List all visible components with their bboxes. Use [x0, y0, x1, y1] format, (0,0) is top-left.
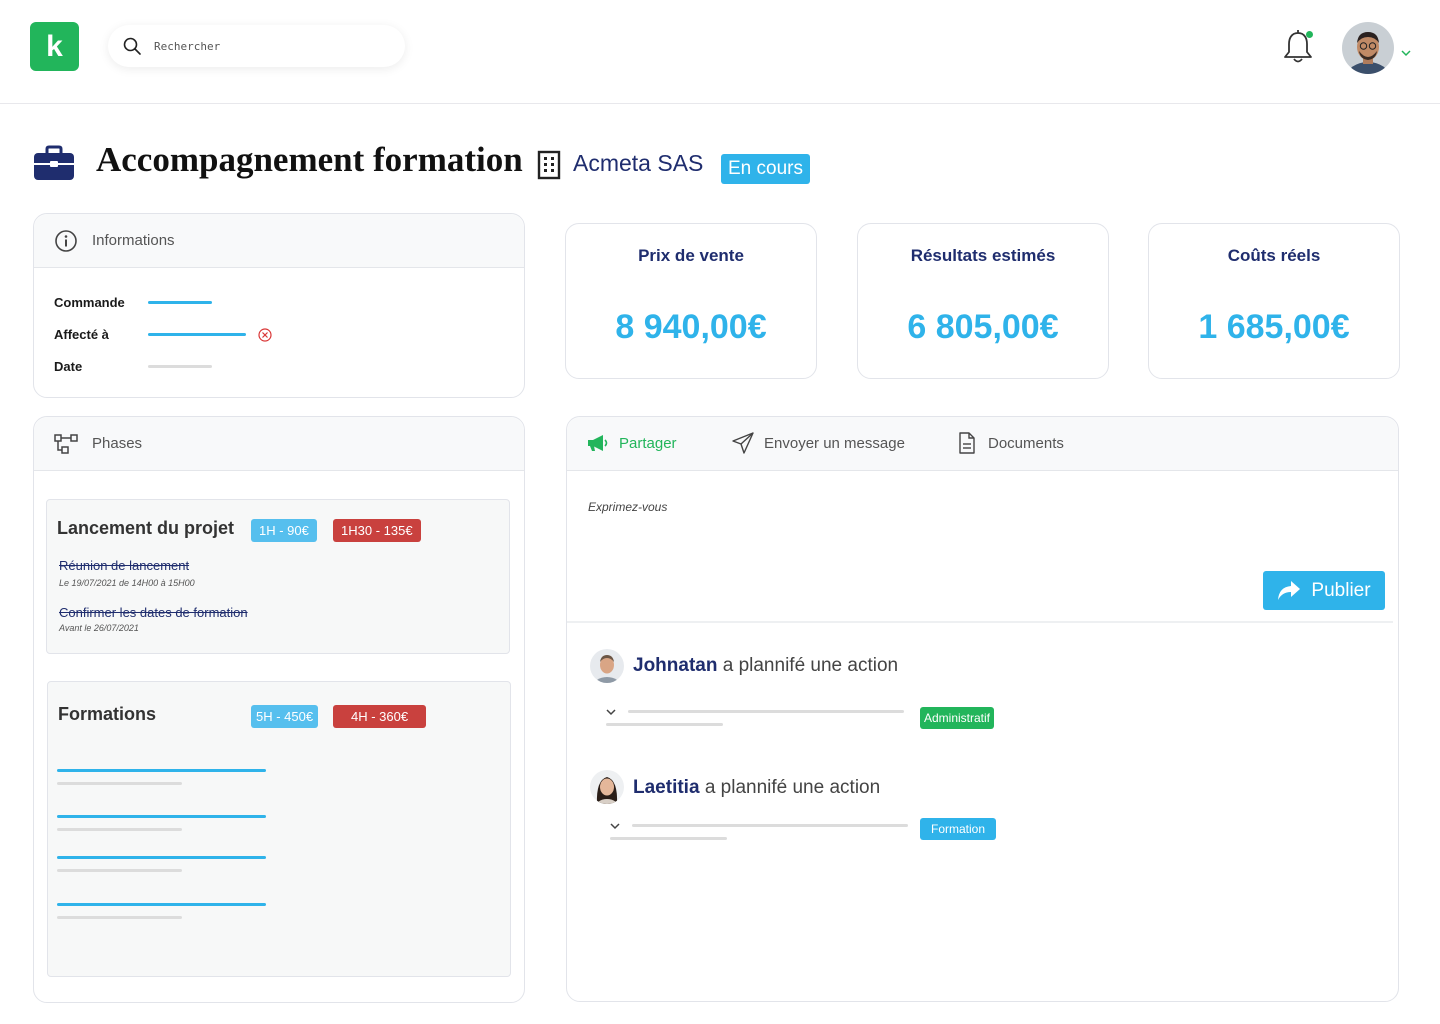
tab-label: Partager: [619, 434, 677, 452]
informations-header: Informations: [34, 214, 524, 268]
stat-value: 6 805,00€: [907, 308, 1059, 346]
feed-detail-sub-placeholder: [610, 837, 727, 840]
publish-label: Publier: [1311, 579, 1371, 601]
feed-action: a plannifé une action: [722, 655, 899, 676]
tab-label: Envoyer un message: [764, 434, 905, 452]
phase-lancement[interactable]: Lancement du projet 1H - 90€ 1H30 - 135€…: [46, 499, 510, 654]
field-value-commande[interactable]: [148, 301, 212, 304]
workflow-icon: [54, 433, 78, 454]
megaphone-icon: [588, 435, 608, 451]
divider: [567, 621, 1393, 623]
stat-card-couts-reels: Coûts réels 1 685,00€: [1148, 223, 1400, 379]
feed-detail-sub-placeholder: [606, 723, 723, 726]
stat-label: Résultats estimés: [910, 246, 1056, 265]
phase-formations[interactable]: Formations 5H - 450€ 4H - 360€: [47, 681, 511, 977]
status-badge: En cours: [721, 154, 810, 184]
send-icon: [732, 432, 754, 454]
page-title: Accompagnement formation: [96, 140, 523, 179]
formation-item-sub-placeholder: [57, 869, 182, 872]
company-name[interactable]: Acmeta SAS: [573, 150, 703, 177]
formation-item-placeholder[interactable]: [57, 769, 266, 772]
formation-item-placeholder[interactable]: [57, 815, 266, 818]
phases-title: Phases: [92, 435, 143, 452]
feed-avatar-laetitia[interactable]: [590, 770, 624, 804]
chevron-down-icon[interactable]: [606, 708, 616, 716]
user-avatar[interactable]: [1342, 22, 1394, 74]
phases-header: Phases: [34, 417, 524, 471]
task-detail: Le 19/07/2021 de 14H00 à 15H00: [59, 578, 195, 588]
formation-item-sub-placeholder: [57, 916, 182, 919]
stat-label: Prix de vente: [638, 246, 744, 265]
feed-detail-placeholder: [632, 824, 908, 827]
chevron-down-icon[interactable]: [1400, 48, 1412, 58]
tag-badge: Administratif: [920, 707, 995, 729]
formation-item-placeholder[interactable]: [57, 856, 266, 859]
stat-card-prix-vente: Prix de vente 8 940,00€: [565, 223, 817, 379]
feed-user[interactable]: Laetitia: [633, 777, 700, 798]
formation-item-sub-placeholder: [57, 782, 182, 785]
tab-partager[interactable]: Partager: [587, 432, 677, 454]
search-input[interactable]: [154, 39, 374, 53]
tab-label: Documents: [988, 434, 1064, 452]
phase-title: Lancement du projet: [57, 518, 235, 538]
search-icon: [123, 37, 141, 55]
tag-badge: Formation: [920, 818, 997, 840]
informations-card: Informations Commande Affecté à Date: [33, 213, 525, 398]
feed-text: Laetitia a plannifé une action: [633, 777, 880, 799]
stat-value: 8 940,00€: [615, 308, 767, 346]
notification-dot: [1306, 31, 1313, 38]
briefcase-icon: [34, 145, 74, 180]
feed-text: Johnatan a plannifé une action: [633, 655, 898, 677]
informations-title: Informations: [92, 232, 175, 249]
publish-button[interactable]: Publier: [1263, 571, 1385, 610]
document-icon: [959, 432, 975, 454]
field-label-commande: Commande: [54, 295, 125, 310]
search-bar[interactable]: [108, 25, 405, 67]
info-icon: [55, 229, 77, 252]
field-value-date[interactable]: [148, 365, 212, 368]
planned-hours-badge: 1H - 90€: [251, 519, 317, 542]
building-icon: [537, 150, 561, 180]
stat-value: 1 685,00€: [1198, 308, 1350, 346]
task-detail: Avant le 26/07/2021: [59, 623, 139, 633]
feed-action: a plannifé une action: [704, 777, 881, 798]
formation-item-sub-placeholder: [57, 828, 182, 831]
task-item[interactable]: Confirmer les dates de formation: [59, 605, 248, 620]
field-label-date: Date: [54, 359, 83, 374]
feed-user[interactable]: Johnatan: [633, 655, 717, 676]
compose-input[interactable]: Exprimez-vous: [588, 500, 667, 514]
formation-item-placeholder[interactable]: [57, 903, 266, 906]
chevron-down-icon[interactable]: [610, 822, 620, 830]
app-logo[interactable]: k: [30, 22, 79, 71]
feed-avatar-johnatan[interactable]: [590, 649, 624, 683]
field-label-affecte: Affecté à: [54, 327, 109, 342]
share-arrow-icon: [1278, 580, 1301, 600]
stat-card-resultats-estimes: Résultats estimés 6 805,00€: [857, 223, 1109, 379]
phases-card: Phases Lancement du projet 1H - 90€ 1H30…: [33, 416, 525, 1003]
phase-title: Formations: [58, 704, 157, 724]
feed-detail-placeholder: [628, 710, 904, 713]
clear-icon[interactable]: [258, 328, 272, 342]
top-bar: k: [0, 0, 1440, 104]
actual-hours-badge: 4H - 360€: [333, 705, 427, 728]
tab-envoyer-message[interactable]: Envoyer un message: [732, 432, 905, 454]
planned-hours-badge: 5H - 450€: [251, 705, 319, 728]
stat-label: Coûts réels: [1227, 246, 1321, 265]
tab-documents[interactable]: Documents: [956, 432, 1064, 454]
field-value-affecte[interactable]: [148, 333, 246, 336]
task-item[interactable]: Réunion de lancement: [59, 558, 189, 573]
actual-hours-badge: 1H30 - 135€: [333, 519, 421, 542]
